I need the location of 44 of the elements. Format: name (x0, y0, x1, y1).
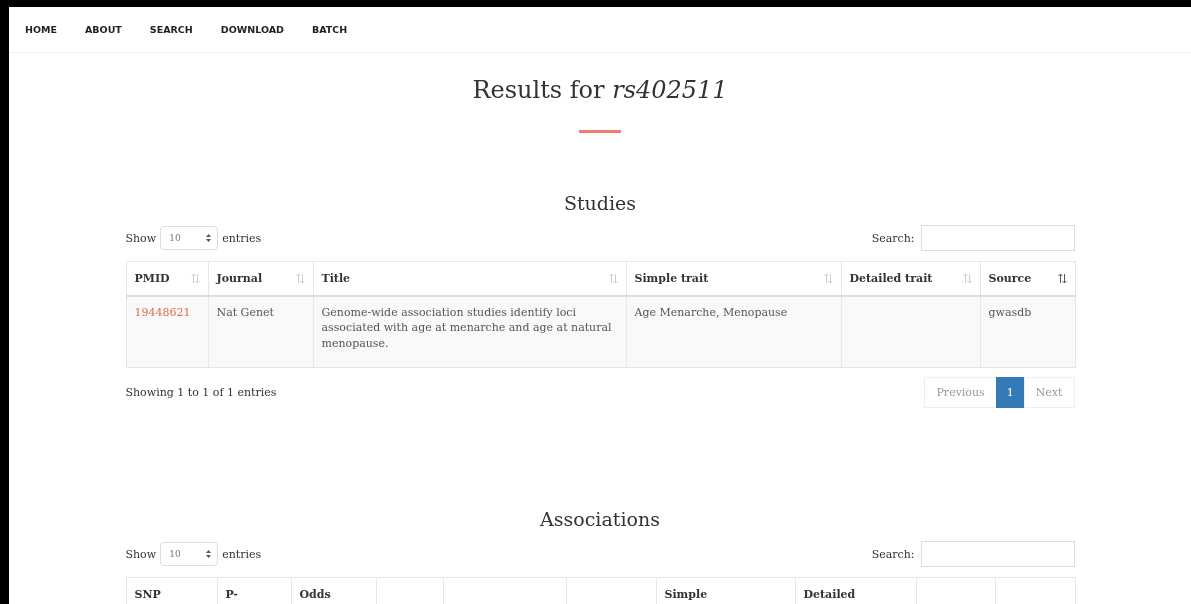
page-size-select[interactable]: 10 (160, 542, 219, 566)
table-info: Showing 1 to 1 of 1 entries (125, 386, 277, 399)
nav-link[interactable]: ABOUT (85, 24, 122, 35)
page-size-select[interactable]: 10 (160, 226, 219, 250)
page-button[interactable]: 1 (995, 377, 1025, 408)
page-title: Results for rs402511 (471, 75, 729, 106)
show-label: Show (125, 547, 157, 561)
column-header[interactable]: Simple trait (626, 261, 841, 296)
column-header[interactable] (376, 577, 443, 604)
search-label: Search: (871, 547, 915, 561)
nav-link[interactable]: SEARCH (149, 24, 193, 35)
column-header[interactable] (995, 577, 1075, 604)
column-header[interactable] (566, 577, 656, 604)
table-cell: Genome-wide association studies identify loci associated with age at menarche and age at natural menopause. (313, 295, 626, 368)
column-header[interactable]: SNP (126, 577, 217, 604)
column-header[interactable]: Detailed trait (841, 261, 980, 296)
table-cell: gwasdb (980, 295, 1075, 368)
column-header[interactable]: Journal (208, 261, 313, 296)
entries-label: entries (222, 231, 262, 245)
column-header[interactable]: P- (217, 577, 291, 604)
section-heading: Studies (562, 191, 638, 216)
entries-label: entries (222, 547, 262, 561)
nav-link[interactable]: BATCH (311, 24, 348, 35)
column-header[interactable] (443, 577, 566, 604)
title-underline (579, 130, 621, 133)
column-header[interactable]: PMID (126, 261, 208, 296)
show-label: Show (125, 231, 157, 245)
section-heading: Associations (539, 507, 661, 532)
column-header[interactable]: Source (980, 261, 1075, 296)
sort-icon[interactable] (1057, 272, 1067, 284)
nav-link[interactable]: DOWNLOAD (220, 24, 284, 35)
table-cell: Age Menarche, Menopause (626, 295, 841, 368)
search-label: Search: (871, 231, 915, 245)
column-header[interactable]: Detailed (795, 577, 916, 604)
nav-link[interactable]: HOME (25, 24, 57, 35)
search-field[interactable] (920, 541, 1075, 567)
table-cell: Nat Genet (208, 295, 313, 368)
updown-icon (206, 234, 212, 242)
search-field[interactable] (920, 225, 1075, 251)
column-header[interactable]: Simple (656, 577, 795, 604)
column-header[interactable] (916, 577, 995, 604)
updown-icon (206, 550, 212, 558)
column-header[interactable]: Odds (291, 577, 376, 604)
column-header[interactable]: Title (313, 261, 626, 296)
